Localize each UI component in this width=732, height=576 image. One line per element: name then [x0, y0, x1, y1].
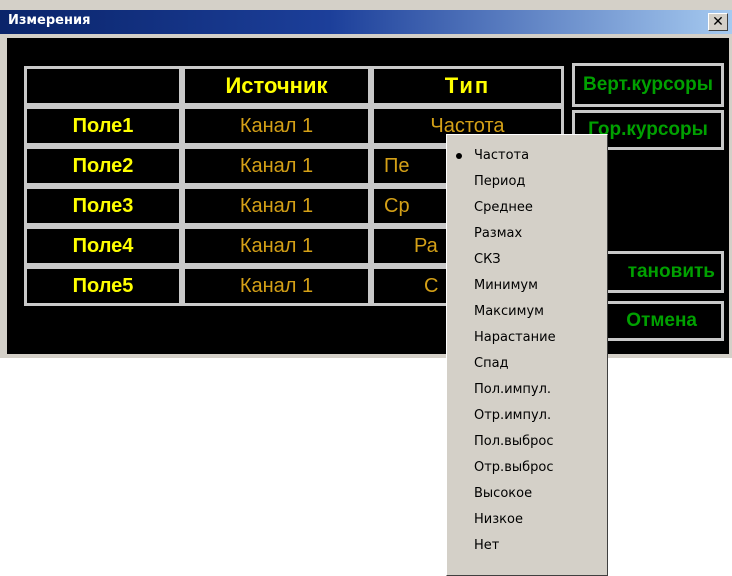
- menu-item-maximum[interactable]: Максимум: [447, 300, 607, 324]
- source-cell[interactable]: Канал 1: [182, 186, 371, 226]
- menu-item-label: Частота: [474, 148, 530, 163]
- header-type: Тип: [371, 66, 564, 106]
- source-cell[interactable]: Канал 1: [182, 266, 371, 306]
- source-cell[interactable]: Канал 1: [182, 146, 371, 186]
- close-icon: ✕: [712, 14, 724, 30]
- close-button[interactable]: ✕: [708, 13, 728, 31]
- measurement-panel: Источник Тип Поле1 Канал 1 Частота Поле2…: [7, 38, 729, 354]
- menu-item-low[interactable]: Низкое: [447, 508, 607, 532]
- menu-item-neg-pulse[interactable]: Отр.импул.: [447, 404, 607, 428]
- measurement-type-menu: Частота Период Среднее Размах СКЗ Миниму…: [446, 134, 608, 576]
- menu-item-fall[interactable]: Спад: [447, 352, 607, 376]
- field-label: Поле5: [24, 266, 182, 306]
- menu-item-rms[interactable]: СКЗ: [447, 248, 607, 272]
- header-empty-cell: [24, 66, 182, 106]
- field-label: Поле1: [24, 106, 182, 146]
- field-label: Поле2: [24, 146, 182, 186]
- window-title: Измерения: [8, 13, 91, 28]
- measurements-window: Измерения ✕ Источник Тип Поле1 Канал 1 Ч…: [0, 0, 732, 358]
- menu-item-pos-pulse[interactable]: Пол.импул.: [447, 378, 607, 402]
- menu-item-frequency[interactable]: Частота: [447, 144, 607, 168]
- title-bar[interactable]: Измерения ✕: [0, 10, 732, 34]
- source-cell[interactable]: Канал 1: [182, 226, 371, 266]
- menu-item-pos-overshoot[interactable]: Пол.выброс: [447, 430, 607, 454]
- menu-item-mean[interactable]: Среднее: [447, 196, 607, 220]
- source-cell[interactable]: Канал 1: [182, 106, 371, 146]
- field-label: Поле4: [24, 226, 182, 266]
- header-source: Источник: [182, 66, 371, 106]
- menu-item-minimum[interactable]: Минимум: [447, 274, 607, 298]
- menu-item-high[interactable]: Высокое: [447, 482, 607, 506]
- selected-bullet-icon: [456, 153, 462, 159]
- vertical-cursors-button[interactable]: Верт.курсоры: [572, 63, 724, 107]
- menu-item-rise[interactable]: Нарастание: [447, 326, 607, 350]
- field-label: Поле3: [24, 186, 182, 226]
- menu-item-period[interactable]: Период: [447, 170, 607, 194]
- menu-item-peak-to-peak[interactable]: Размах: [447, 222, 607, 246]
- menu-item-none[interactable]: Нет: [447, 534, 607, 558]
- menu-item-neg-overshoot[interactable]: Отр.выброс: [447, 456, 607, 480]
